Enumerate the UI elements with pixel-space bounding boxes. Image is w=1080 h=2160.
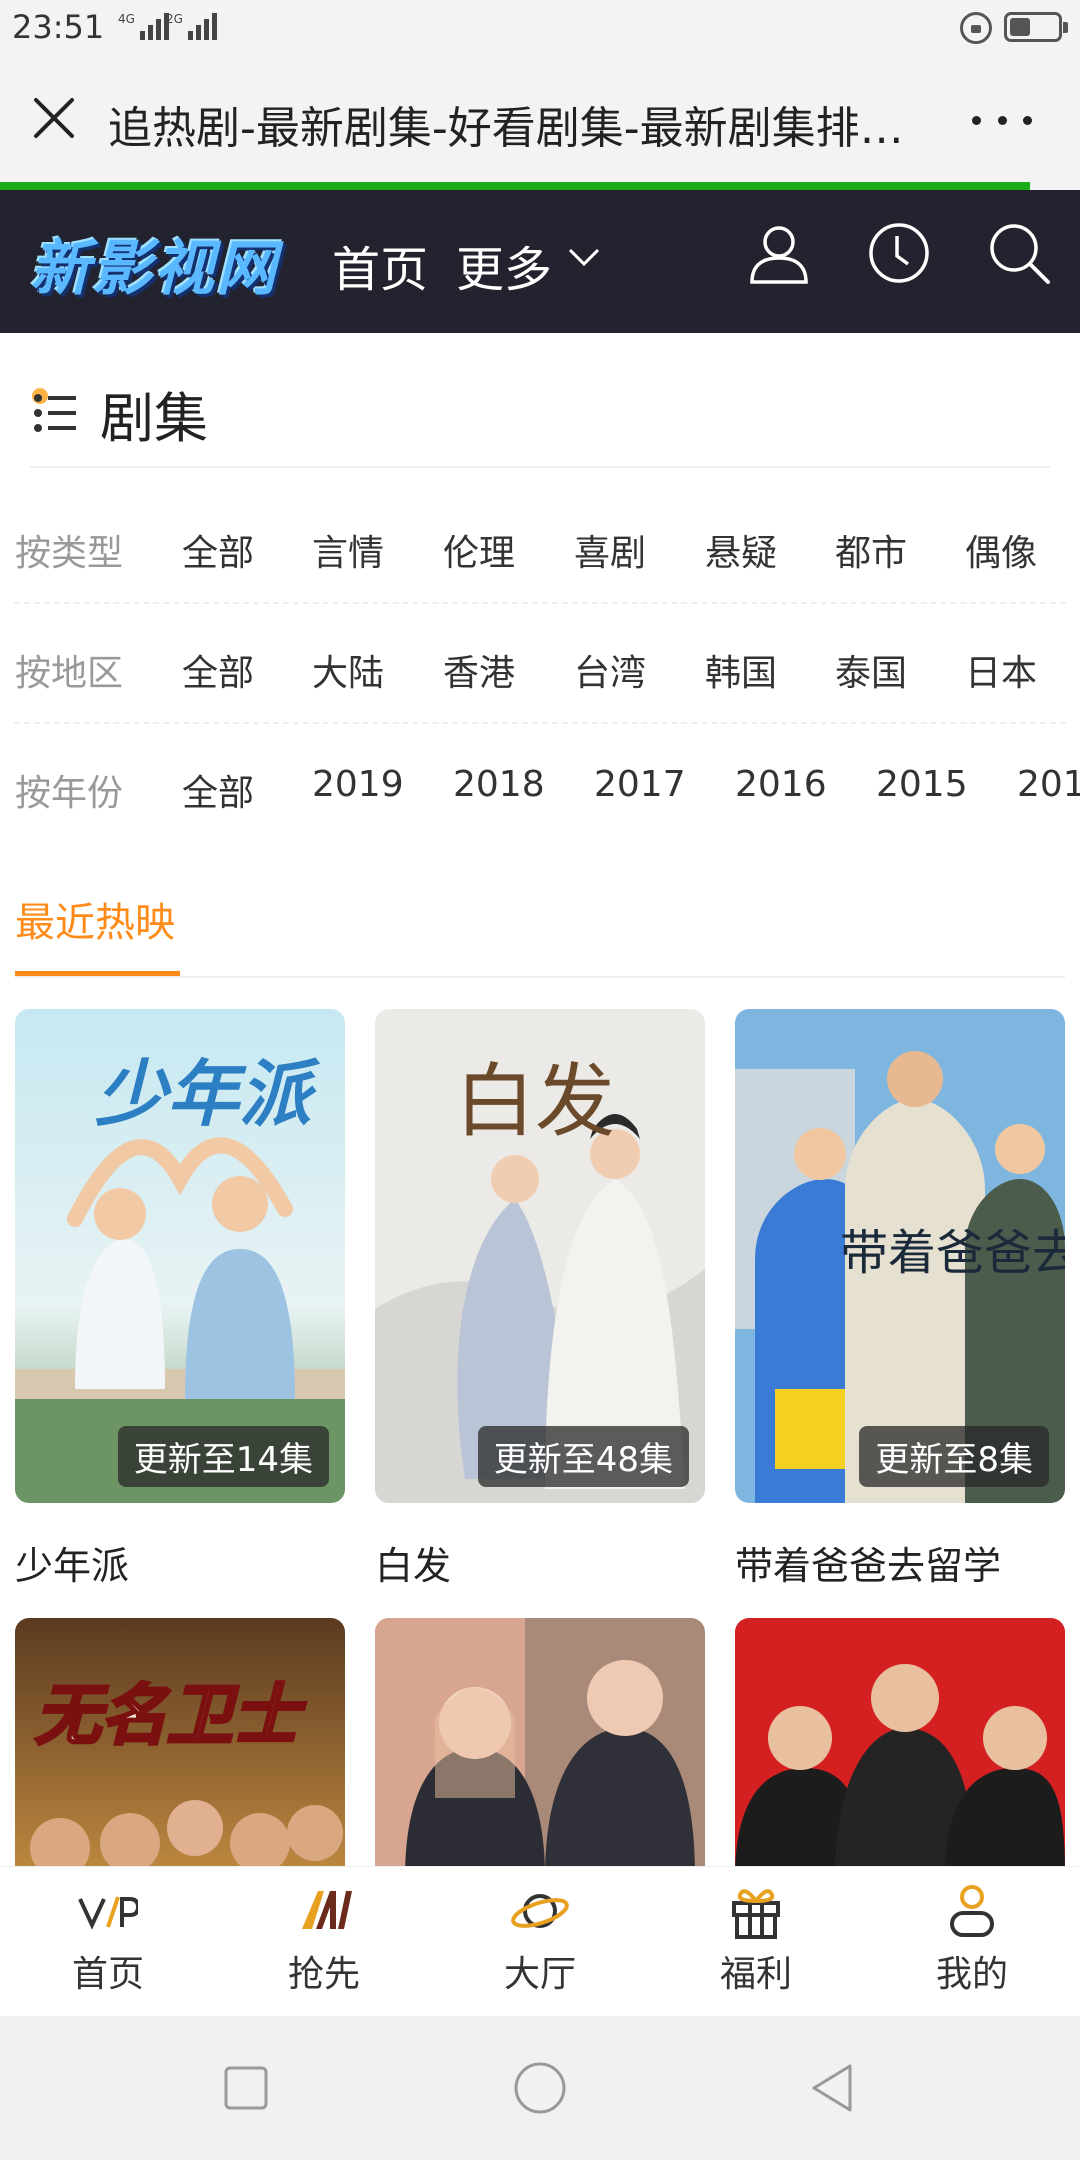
back-button-icon[interactable] [806,2060,862,2116]
chevron-down-icon[interactable] [566,242,602,270]
episode-badge: 更新至48集 [477,1426,689,1487]
profile-icon [950,1885,994,1937]
poster-image [735,1618,1065,1878]
filter-type-label: 按类型 [15,533,124,574]
more-options-icon[interactable] [972,116,1032,128]
battery-icon [1004,12,1068,42]
tab-home[interactable]: 首页 [0,1867,216,2017]
filter-region-option[interactable]: 韩国 [705,644,777,696]
filter-type-option[interactable]: 全部 [182,524,254,576]
tab-label: 福利 [719,1954,792,1995]
planet-icon [511,1894,569,1928]
divider [30,466,1050,468]
show-title[interactable]: 白发 [375,1535,451,1590]
tab-label: 抢先 [287,1954,360,1995]
filter-region-option[interactable]: 香港 [443,644,515,696]
filter-year-option[interactable]: 2015 [876,764,968,805]
tab-label: 我的 [935,1954,1008,1995]
filter-region-option[interactable]: 泰国 [835,644,907,696]
filter-region-option[interactable]: 全部 [182,644,254,696]
site-logo[interactable]: 新影视网 [30,220,278,307]
user-icon[interactable] [746,220,812,286]
site-header: 新影视网 首页 更多 [0,190,1080,333]
page: 23:51 4G 2G 追热剧-最新剧集-好看剧集-最新剧集排行榜-新影视网 新… [0,0,1080,2160]
nav-more-link[interactable]: 更多 [456,230,552,300]
episode-badge: 更新至14集 [117,1426,329,1487]
rotation-lock-icon [960,12,992,44]
gift-icon [732,1889,780,1939]
divider [14,602,1066,604]
filter-year-option[interactable]: 2017 [594,764,686,805]
show-title[interactable]: 少年派 [15,1535,129,1590]
tab-label: 首页 [71,1954,144,1995]
category-heading: 剧集 [30,378,208,450]
signal-2g-icon: 2G [166,12,217,40]
webview-title-bar: 追热剧-最新剧集-好看剧集-最新剧集排行榜-新影视网 [0,56,1080,182]
tab-mine[interactable]: 我的 [864,1867,1080,2017]
poster-card[interactable] [375,1618,705,1878]
loading-progress-bar [0,182,1030,190]
poster-card[interactable]: 带着爸爸去留学 更新至8集 [735,1009,1065,1503]
poster-card[interactable]: 白发 更新至48集 [375,1009,705,1503]
poster-art-title: 无名卫士 [35,1677,306,1754]
poster-image [375,1618,705,1878]
section-title-recent-hits[interactable]: 最近热映 [15,890,175,948]
tab-benefits[interactable]: 福利 [648,1867,864,2017]
list-icon [32,388,76,432]
filter-type-option[interactable]: 都市 [835,524,907,576]
bottom-tab-bar: 首页 抢先 大厅 福利 我的 [0,1866,1080,2016]
tab-hall[interactable]: 大厅 [432,1867,648,2017]
filter-row-region: 按地区 全部 大陆 香港 台湾 韩国 泰国 日本 [0,624,1080,704]
tab-early-access[interactable]: 抢先 [216,1867,432,2017]
system-nav-bar [0,2016,1080,2160]
divider [15,976,1065,978]
lightning-m-icon [302,1891,352,1929]
filter-region-option[interactable]: 大陆 [312,644,384,696]
poster-card[interactable]: 无名卫士 [15,1618,345,1878]
filter-year-option[interactable]: 全部 [182,764,254,816]
close-icon[interactable] [30,94,78,142]
history-clock-icon[interactable] [866,220,932,286]
poster-art-title: 带着爸爸去留学 [840,1225,1065,1281]
filter-region-label: 按地区 [15,653,124,694]
filter-region-option[interactable]: 台湾 [574,644,646,696]
filter-type-option[interactable]: 伦理 [443,524,515,576]
poster-card[interactable] [735,1618,1065,1878]
poster-card[interactable]: 少年派 更新至14集 [15,1009,345,1503]
filter-type-option[interactable]: 言情 [312,524,384,576]
nav-home-link[interactable]: 首页 [332,230,428,300]
filter-year-label: 按年份 [15,773,124,814]
show-title[interactable]: 带着爸爸去留学 [735,1535,1001,1590]
network-type-2: 2G [166,12,183,26]
filter-type-option[interactable]: 喜剧 [574,524,646,576]
category-title: 剧集 [100,386,208,450]
filter-year-option[interactable]: 2014 [1017,764,1080,805]
filter-region-option[interactable]: 日本 [965,644,1037,696]
network-type-1: 4G [118,12,135,26]
filter-type-option[interactable]: 偶像 [965,524,1037,576]
page-title: 追热剧-最新剧集-好看剧集-最新剧集排行榜-新影视网 [108,103,908,154]
signal-4g-icon: 4G [118,12,169,40]
search-icon[interactable] [986,220,1052,286]
status-bar: 23:51 4G 2G [0,0,1080,56]
filter-row-type: 按类型 全部 言情 伦理 喜剧 悬疑 都市 偶像 [0,504,1080,584]
recent-apps-icon[interactable] [218,2060,274,2116]
filter-year-option[interactable]: 2019 [312,764,404,805]
loading-progress-remaining [1030,182,1080,190]
filter-row-year: 按年份 全部 2019 2018 2017 2016 2015 2014 [0,744,1080,824]
filter-year-option[interactable]: 2016 [735,764,827,805]
filter-type-option[interactable]: 悬疑 [705,524,777,576]
episode-badge: 更新至8集 [859,1426,1049,1487]
poster-art-title: 少年派 [95,1052,321,1136]
tab-label: 大厅 [503,1954,576,1995]
vip-icon [78,1896,138,1930]
filter-year-option[interactable]: 2018 [453,764,545,805]
status-time: 23:51 [12,8,105,46]
poster-image: 无名卫士 [15,1618,345,1878]
home-button-icon[interactable] [512,2060,568,2116]
divider [14,722,1066,724]
poster-art-title: 白发 [455,1055,615,1148]
